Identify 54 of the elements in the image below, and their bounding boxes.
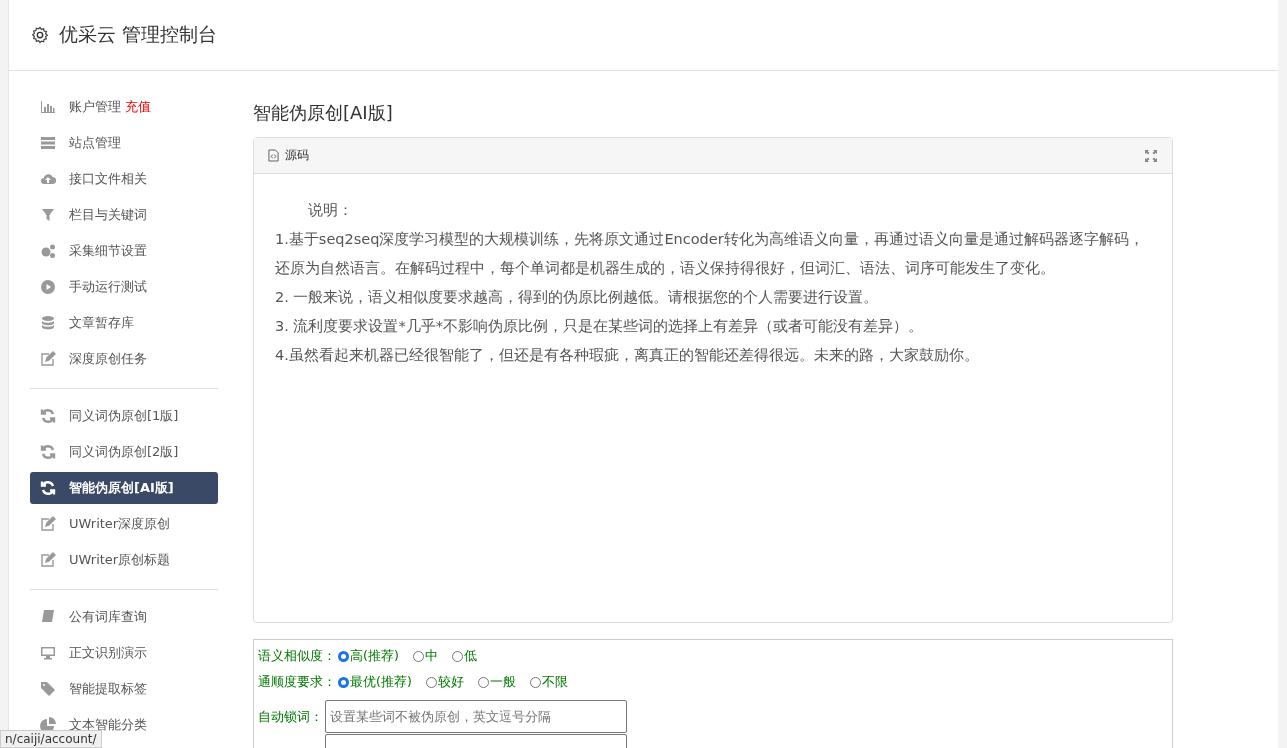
description-paragraph: 3. 流利度要求设置*几乎*不影响伪原比例，只是在某些词的选择上有差异（或者可能没有差异）。 [275, 317, 924, 336]
console-title: 优采云 管理控制台 [59, 22, 218, 47]
server-icon [40, 135, 56, 151]
edit-icon [40, 351, 56, 367]
refresh-icon [40, 480, 56, 496]
radio-option[interactable]: 较好 [425, 674, 464, 691]
play-icon [40, 279, 56, 295]
option-label: 通顺度要求： [258, 674, 336, 691]
radio-option[interactable]: 不限 [529, 674, 568, 691]
sidebar-item[interactable]: 正文识别演示 [30, 637, 218, 669]
status-url: n/caiji/account/ [0, 730, 102, 748]
fullscreen-icon[interactable] [1144, 148, 1158, 163]
description-heading: 说明： [307, 201, 355, 220]
sidebar-item[interactable]: 接口文件相关 [30, 163, 218, 195]
sidebar-item[interactable]: 智能提取标签 [30, 673, 218, 705]
radio-option[interactable]: 中 [412, 648, 438, 665]
lock-words-field[interactable]: 设置某些词不被伪原创，英文逗号分隔 [325, 700, 627, 733]
sidebar-item[interactable]: UWriter深度原创 [30, 508, 218, 540]
sidebar-item[interactable]: 账户管理 充值 [30, 91, 218, 123]
tag-icon [40, 681, 56, 697]
sidebar-item[interactable]: 手动运行测试 [30, 271, 218, 303]
sidebar-item[interactable]: 栏目与关键词 [30, 199, 218, 231]
recharge-link[interactable]: 充值 [125, 98, 151, 116]
settings-icon [31, 26, 49, 44]
filter-icon [40, 207, 56, 223]
sidebar-item[interactable]: 站点管理 [30, 127, 218, 159]
monitor-icon [40, 645, 56, 661]
source-button[interactable]: 源码 [268, 147, 309, 164]
radio-option[interactable]: 最优(推荐) [338, 674, 412, 691]
edit-icon [40, 516, 56, 532]
sidebar-item[interactable]: 采集细节设置 [30, 235, 218, 267]
sidebar-item[interactable]: 深度原创任务 [30, 343, 218, 375]
edit-icon [40, 552, 56, 568]
description-paragraph: 4.虽然看起来机器已经很智能了，但还是有各种瑕疵，离真正的智能还差得很远。未来的路，大家鼓励你。 [275, 346, 980, 365]
sidebar-item[interactable]: 同义词伪原创[1版] [30, 400, 218, 432]
radio-option[interactable]: 低 [451, 648, 477, 665]
sidebar-item[interactable]: 同义词伪原创[2版] [30, 436, 218, 468]
sidebar-item[interactable]: 文章暂存库 [30, 307, 218, 339]
radio-option[interactable]: 高(推荐) [338, 648, 399, 665]
refresh-icon [40, 408, 56, 424]
refresh-icon [40, 444, 56, 460]
option-label: 自动锁词： [258, 709, 323, 726]
page-title: 智能伪原创[AI版] [253, 101, 394, 125]
cloud-upload-icon [40, 171, 56, 187]
sidebar-item[interactable]: 公有词库查询 [30, 601, 218, 633]
sidebar-item[interactable]: UWriter原创标题 [30, 544, 218, 576]
description-paragraph: 2. 一般来说，语义相似度要求越高，得到的伪原比例越低。请根据您的个人需要进行设置。 [275, 288, 880, 307]
description-paragraph: 1.基于seq2seq深度学习模型的大规模训练，先将原文通过Encoder转化为高维语义向量，再通过语义向量是通过解码器逐字解码，还原为自然语言。在解码过程中，每个单词都是机器生成的，语义保持得很好，但词汇、语法、词序可能发生了变化。 [275, 230, 1144, 278]
option-label: 语义相似度： [258, 648, 336, 665]
sidebar-item[interactable]: 智能伪原创[AI版] [30, 472, 218, 504]
radio-option[interactable]: 一般 [477, 674, 516, 691]
database-icon [40, 315, 56, 331]
bar-chart-icon [40, 99, 56, 115]
code-file-icon [268, 149, 279, 162]
